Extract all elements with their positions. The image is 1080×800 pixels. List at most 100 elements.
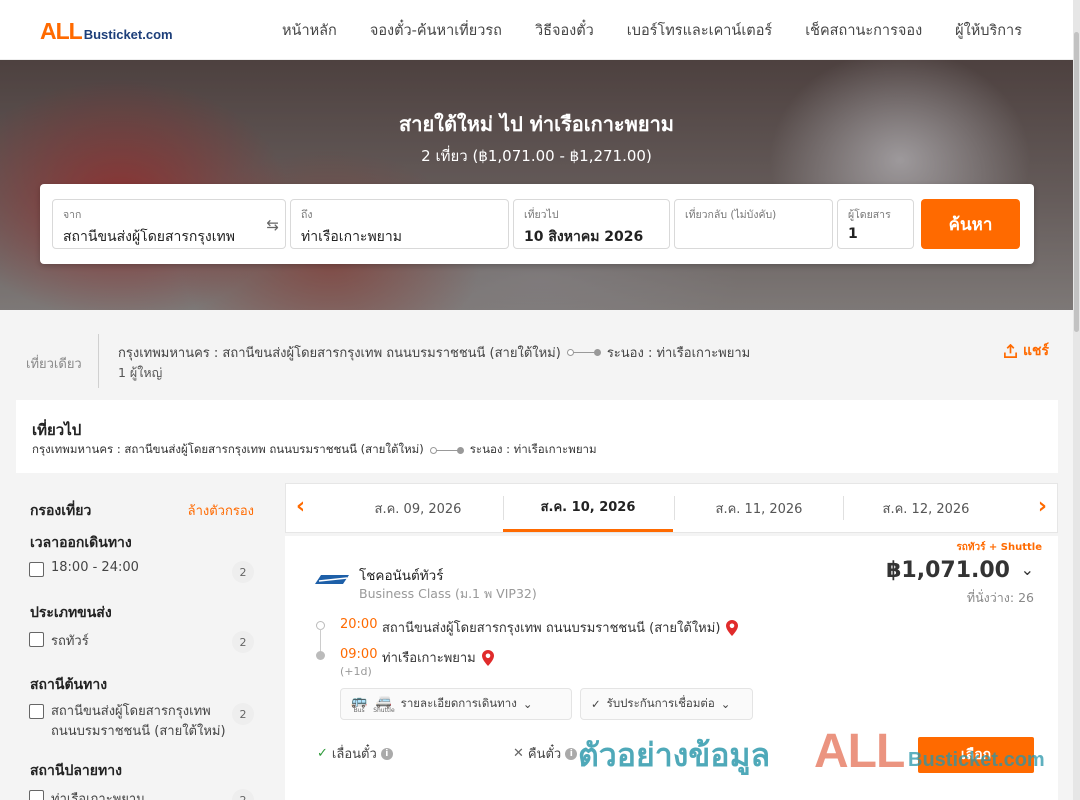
nav-booking[interactable]: จองตั๋ว-ค้นหาเที่ยวรถ <box>370 19 502 42</box>
passenger-value: 1 <box>848 226 858 242</box>
connection-guarantee-label: รับประกันการเชื่อมต่อ <box>606 696 715 710</box>
checkbox[interactable] <box>29 562 44 577</box>
check-icon: ✓ <box>591 697 601 711</box>
search-button[interactable]: ค้นหา <box>921 199 1020 249</box>
map-pin-icon[interactable] <box>726 619 739 636</box>
summary-origin: กรุงเทพมหานคร : สถานีขนส่งผู้โดยสารกรุงเ… <box>118 346 561 361</box>
outbound-title: เที่ยวไป <box>32 421 82 439</box>
transport-tag: รถทัวร์ + Shuttle <box>956 542 1042 553</box>
date-tab[interactable]: ส.ค. 12, 2026 <box>841 484 1011 532</box>
filter-option-departure-time[interactable]: 18:00 - 24:00 <box>29 560 139 577</box>
timeline-end-dot <box>316 651 325 660</box>
route-title: สายใต้ใหม่ ไป ท่าเรือเกาะพยาม <box>399 112 674 136</box>
logo-busticket-text: Busticket.com <box>83 27 173 42</box>
filter-option-destination-station[interactable]: ท่าเรือเกาะพยาม <box>29 788 145 800</box>
arrive-time: 09:00 <box>340 647 378 662</box>
route-connector-icon <box>429 446 464 455</box>
nav-home[interactable]: หน้าหลัก <box>282 19 337 42</box>
summary-route: กรุงเทพมหานคร : สถานีขนส่งผู้โดยสารกรุงเ… <box>118 342 750 363</box>
from-label: จาก <box>63 209 82 221</box>
chevron-down-icon: ⌄ <box>522 697 533 711</box>
reschedule-label: เลื่อนตั๋ว <box>331 747 377 762</box>
checkbox[interactable] <box>29 790 44 800</box>
to-label: ถึง <box>301 209 313 221</box>
chevron-down-icon[interactable]: ⌄ <box>1021 560 1034 579</box>
trip-details-chip[interactable]: 🚌 Bus 🚐 Shuttle รายละเอียดการเดินทาง ⌄ <box>340 688 572 720</box>
nav-operators[interactable]: ผู้ให้บริการ <box>955 19 1022 42</box>
map-pin-icon[interactable] <box>481 649 494 666</box>
check-icon: ✓ <box>317 746 328 761</box>
bus-icon: 🚌 Bus <box>351 693 368 714</box>
outbound-destination: ระนอง : ท่าเรือเกาะพยาม <box>469 442 597 456</box>
return-label: เที่ยวกลับ (ไม่บังคับ) <box>685 209 777 221</box>
passenger-field[interactable]: ผู้โดยสาร 1 <box>837 199 914 249</box>
connection-guarantee-chip[interactable]: ✓ รับประกันการเชื่อมต่อ ⌄ <box>580 688 753 720</box>
filter-option-label: ท่าเรือเกาะพยาม <box>51 792 145 800</box>
depart-label: เที่ยวไป <box>524 209 559 221</box>
filter-group-title: สถานีปลายทาง <box>30 763 122 779</box>
filter-title: กรองเที่ยว <box>30 503 92 519</box>
to-field[interactable]: ถึง ท่าเรือเกาะพยาม <box>290 199 509 249</box>
swap-arrows-icon[interactable]: ⇆ <box>266 216 279 234</box>
nav-check-booking[interactable]: เช็คสถานะการจอง <box>805 19 922 42</box>
outbound-route: กรุงเทพมหานคร : สถานีขนส่งผู้โดยสารกรุงเ… <box>32 441 597 459</box>
refund-condition[interactable]: ✕ คืนตั๋ว i <box>513 743 578 764</box>
refund-label: คืนตั๋ว <box>527 747 562 762</box>
nav-how-to-book[interactable]: วิธีจองตั๋ว <box>535 19 594 42</box>
main-nav: หน้าหลัก จองตั๋ว-ค้นหาเที่ยวรถ วิธีจองตั… <box>282 0 1022 60</box>
depart-date-field[interactable]: เที่ยวไป 10 สิงหาคม 2026 <box>513 199 670 249</box>
filter-option-label: 18:00 - 24:00 <box>51 560 139 575</box>
arrive-place-label: ท่าเรือเกาะพยาม <box>382 651 476 666</box>
next-date-arrow-icon[interactable]: › <box>1038 494 1047 519</box>
depart-value: 10 สิงหาคม 2026 <box>524 229 644 245</box>
hero-banner: สายใต้ใหม่ ไป ท่าเรือเกาะพยาม 2 เที่ยว (… <box>0 60 1073 310</box>
filter-group-title: สถานีต้นทาง <box>30 677 108 693</box>
date-tab[interactable]: ส.ค. 11, 2026 <box>674 484 844 532</box>
date-tab[interactable]: ส.ค. 09, 2026 <box>333 484 503 532</box>
top-navbar: ALL Busticket.com หน้าหลัก จองตั๋ว-ค้นหา… <box>0 0 1080 60</box>
shuttle-icon: 🚐 Shuttle <box>373 693 395 714</box>
summary-divider <box>98 334 99 388</box>
next-day-indicator: (+1d) <box>340 665 372 678</box>
operator-name: โชคอนันต์ทัวร์ <box>359 568 444 584</box>
filter-option-transport-type[interactable]: รถทัวร์ <box>29 630 89 651</box>
summary-passengers: 1 ผู้ใหญ่ <box>118 365 163 380</box>
date-tab-active[interactable]: ส.ค. 10, 2026 <box>503 484 673 532</box>
outbound-section: เที่ยวไป กรุงเทพมหานคร : สถานีขนส่งผู้โด… <box>16 400 1058 473</box>
prev-date-arrow-icon[interactable]: ‹ <box>296 494 305 519</box>
from-value: สถานีขนส่งผู้โดยสารกรุงเทพ <box>63 229 235 245</box>
to-value: ท่าเรือเกาะพยาม <box>301 229 402 245</box>
filter-count-badge: 2 <box>232 561 254 583</box>
info-icon[interactable]: i <box>565 747 578 760</box>
trip-price[interactable]: ฿1,071.00 <box>886 558 1010 583</box>
shuttle-icon-caption: Shuttle <box>373 706 395 714</box>
filter-option-origin-station[interactable]: สถานีขนส่งผู้โดยสารกรุงเทพ ถนนบรมราชชนนี… <box>29 702 226 742</box>
filter-count-badge: 2 <box>232 789 254 800</box>
cross-icon: ✕ <box>513 746 524 761</box>
checkbox[interactable] <box>29 704 44 719</box>
reschedule-condition[interactable]: ✓ เลื่อนตั๋ว i <box>317 743 393 764</box>
nav-contacts[interactable]: เบอร์โทรและเคาน์เตอร์ <box>627 19 772 42</box>
site-logo[interactable]: ALL Busticket.com <box>40 18 173 45</box>
checkbox[interactable] <box>29 632 44 647</box>
clear-filters-link[interactable]: ล้างตัวกรอง <box>188 500 254 521</box>
page-scrollbar[interactable] <box>1073 0 1080 800</box>
return-date-field[interactable]: เที่ยวกลับ (ไม่บังคับ) <box>674 199 833 249</box>
bus-icon-caption: Bus <box>353 706 365 714</box>
share-button[interactable]: แชร์ <box>1003 340 1049 362</box>
trip-type: เที่ยวเดียว <box>26 357 82 372</box>
scrollbar-thumb[interactable] <box>1074 32 1079 332</box>
route-connector-icon <box>566 348 601 357</box>
select-trip-button[interactable]: เลือก <box>918 737 1034 773</box>
operator-logo-icon <box>315 575 349 584</box>
filter-group-title: ประเภทขนส่ง <box>30 605 112 621</box>
timeline-line <box>320 629 321 653</box>
info-icon[interactable]: i <box>380 747 393 760</box>
filter-option-label-line2: ถนนบรมราชชนนี (สายใต้ใหม่) <box>51 724 226 739</box>
trip-details-label: รายละเอียดการเดินทาง <box>400 696 517 710</box>
passenger-label: ผู้โดยสาร <box>848 209 891 221</box>
filter-group-title: เวลาออกเดินทาง <box>30 535 132 551</box>
route-subtitle: 2 เที่ยว (฿1,071.00 - ฿1,271.00) <box>421 147 652 165</box>
from-field[interactable]: จาก สถานีขนส่งผู้โดยสารกรุงเทพ ⇆ <box>52 199 286 249</box>
arrive-place: ท่าเรือเกาะพยาม <box>382 647 494 668</box>
